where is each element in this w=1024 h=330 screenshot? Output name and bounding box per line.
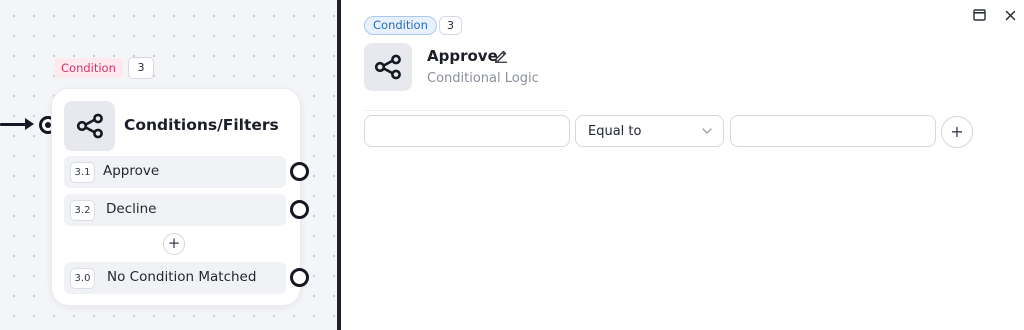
panel-type-tag: Condition [364, 16, 437, 35]
conditions-node[interactable]: Conditions/Filters 3.1 Approve 3.2 Decli… [51, 88, 301, 306]
incoming-edge-arrowhead [25, 118, 34, 130]
output-port-approve[interactable] [290, 162, 309, 181]
node-title: Conditions/Filters [124, 116, 279, 134]
condition-label: Decline [106, 201, 157, 217]
condition-row-approve[interactable]: 3.1 Approve [64, 156, 286, 188]
right-operand-input[interactable] [730, 115, 936, 147]
condition-label: No Condition Matched [107, 269, 257, 285]
condition-number: 3.0 [70, 268, 95, 289]
condition-number: 3.2 [70, 200, 95, 221]
add-rule-button[interactable]: + [941, 116, 973, 148]
condition-row-no-match[interactable]: 3.0 No Condition Matched [64, 262, 286, 294]
share-nodes-icon [76, 113, 103, 139]
node-step-count: 3 [128, 57, 154, 79]
output-port-no-match[interactable] [290, 268, 309, 287]
condition-number: 3.1 [70, 162, 95, 183]
workflow-canvas[interactable]: Condition 3 Conditions/Filters 3.1 Appro… [0, 0, 337, 330]
panel-step-count: 3 [439, 16, 462, 35]
share-nodes-icon [374, 54, 401, 80]
header-separator [364, 110, 567, 111]
left-operand-input[interactable] [364, 115, 570, 147]
pencil-icon[interactable] [493, 47, 509, 64]
output-port-decline[interactable] [290, 200, 309, 219]
expand-window-icon[interactable] [971, 7, 987, 23]
add-condition-button[interactable]: + [163, 233, 185, 255]
operator-select[interactable]: Equal to [575, 115, 724, 147]
close-icon[interactable] [1002, 7, 1018, 23]
panel-icon-container [364, 43, 412, 91]
condition-subtitle: Conditional Logic [427, 71, 539, 86]
condition-row-decline[interactable]: 3.2 Decline [64, 194, 286, 226]
node-icon-container [64, 101, 115, 151]
chevron-down-icon [702, 128, 712, 134]
operator-selected-value: Equal to [588, 124, 642, 139]
node-type-tag: Condition [54, 58, 123, 78]
condition-name: Approve [427, 47, 498, 65]
condition-detail-panel: Condition 3 Approve Conditional Logic Eq… [341, 0, 1024, 330]
condition-label: Approve [103, 163, 160, 179]
